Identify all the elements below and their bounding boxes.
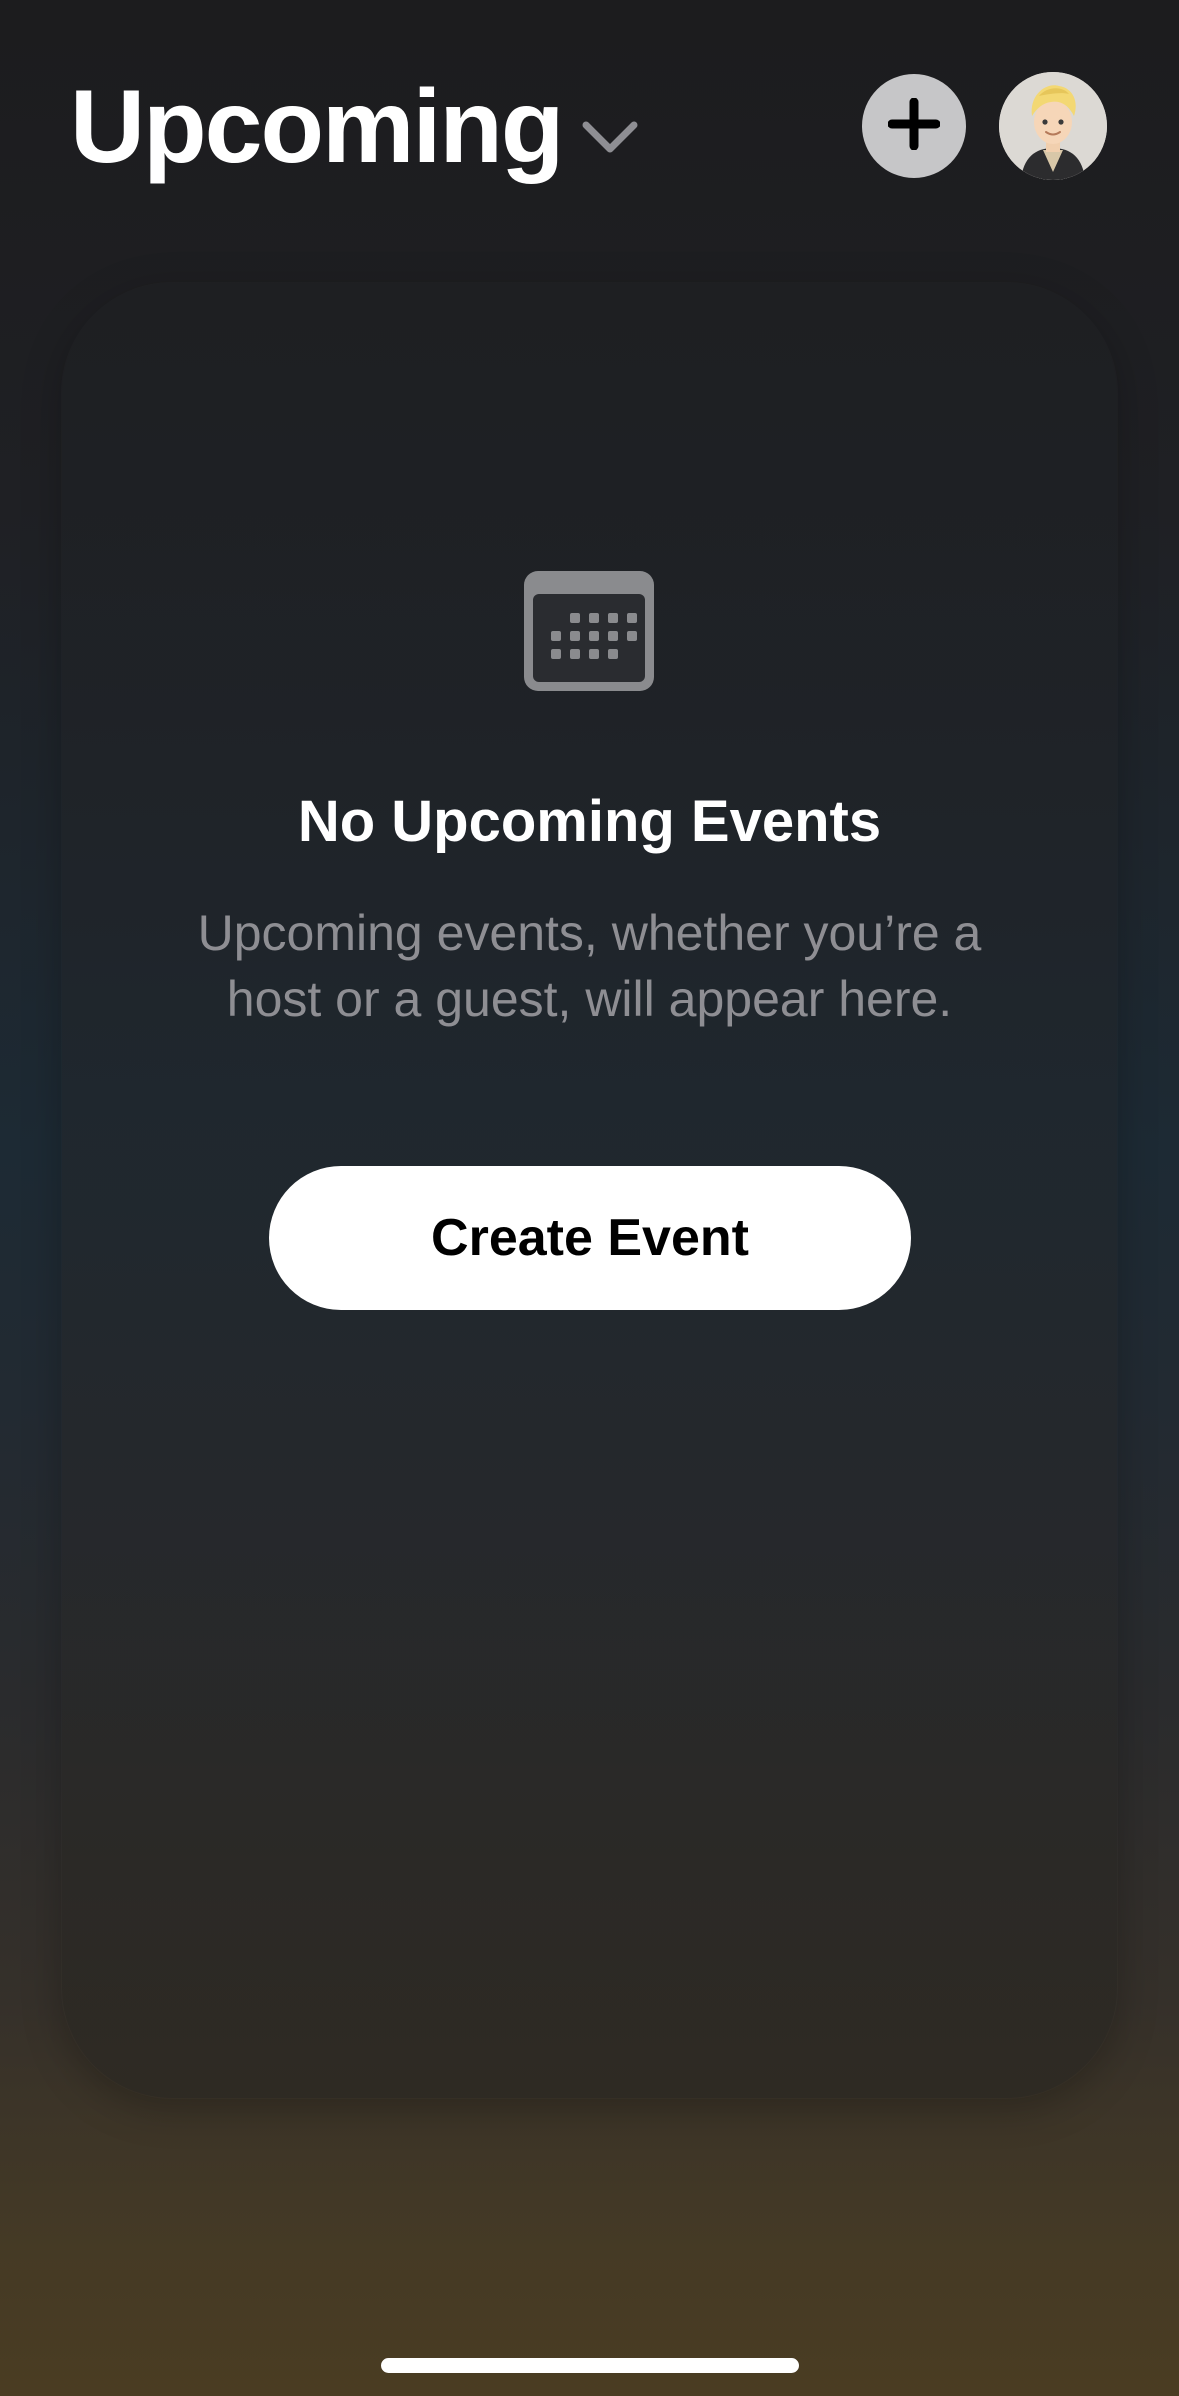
title-dropdown[interactable]: Upcoming	[70, 62, 640, 192]
calendar-icon	[524, 571, 654, 691]
avatar[interactable]	[999, 72, 1107, 180]
empty-state-subtitle: Upcoming events, whether you’re a host o…	[197, 905, 982, 1027]
memoji-avatar-icon	[999, 72, 1107, 180]
header: Upcoming	[0, 0, 1179, 200]
plus-icon	[887, 97, 941, 155]
page-title: Upcoming	[70, 69, 564, 185]
create-event-label: Create Event	[431, 1209, 749, 1267]
home-indicator[interactable]	[381, 2358, 799, 2373]
create-event-button[interactable]: Create Event	[269, 1166, 911, 1310]
empty-state-title: No Upcoming Events	[297, 789, 882, 854]
add-event-button[interactable]	[862, 74, 966, 178]
chevron-down-icon	[580, 117, 640, 157]
